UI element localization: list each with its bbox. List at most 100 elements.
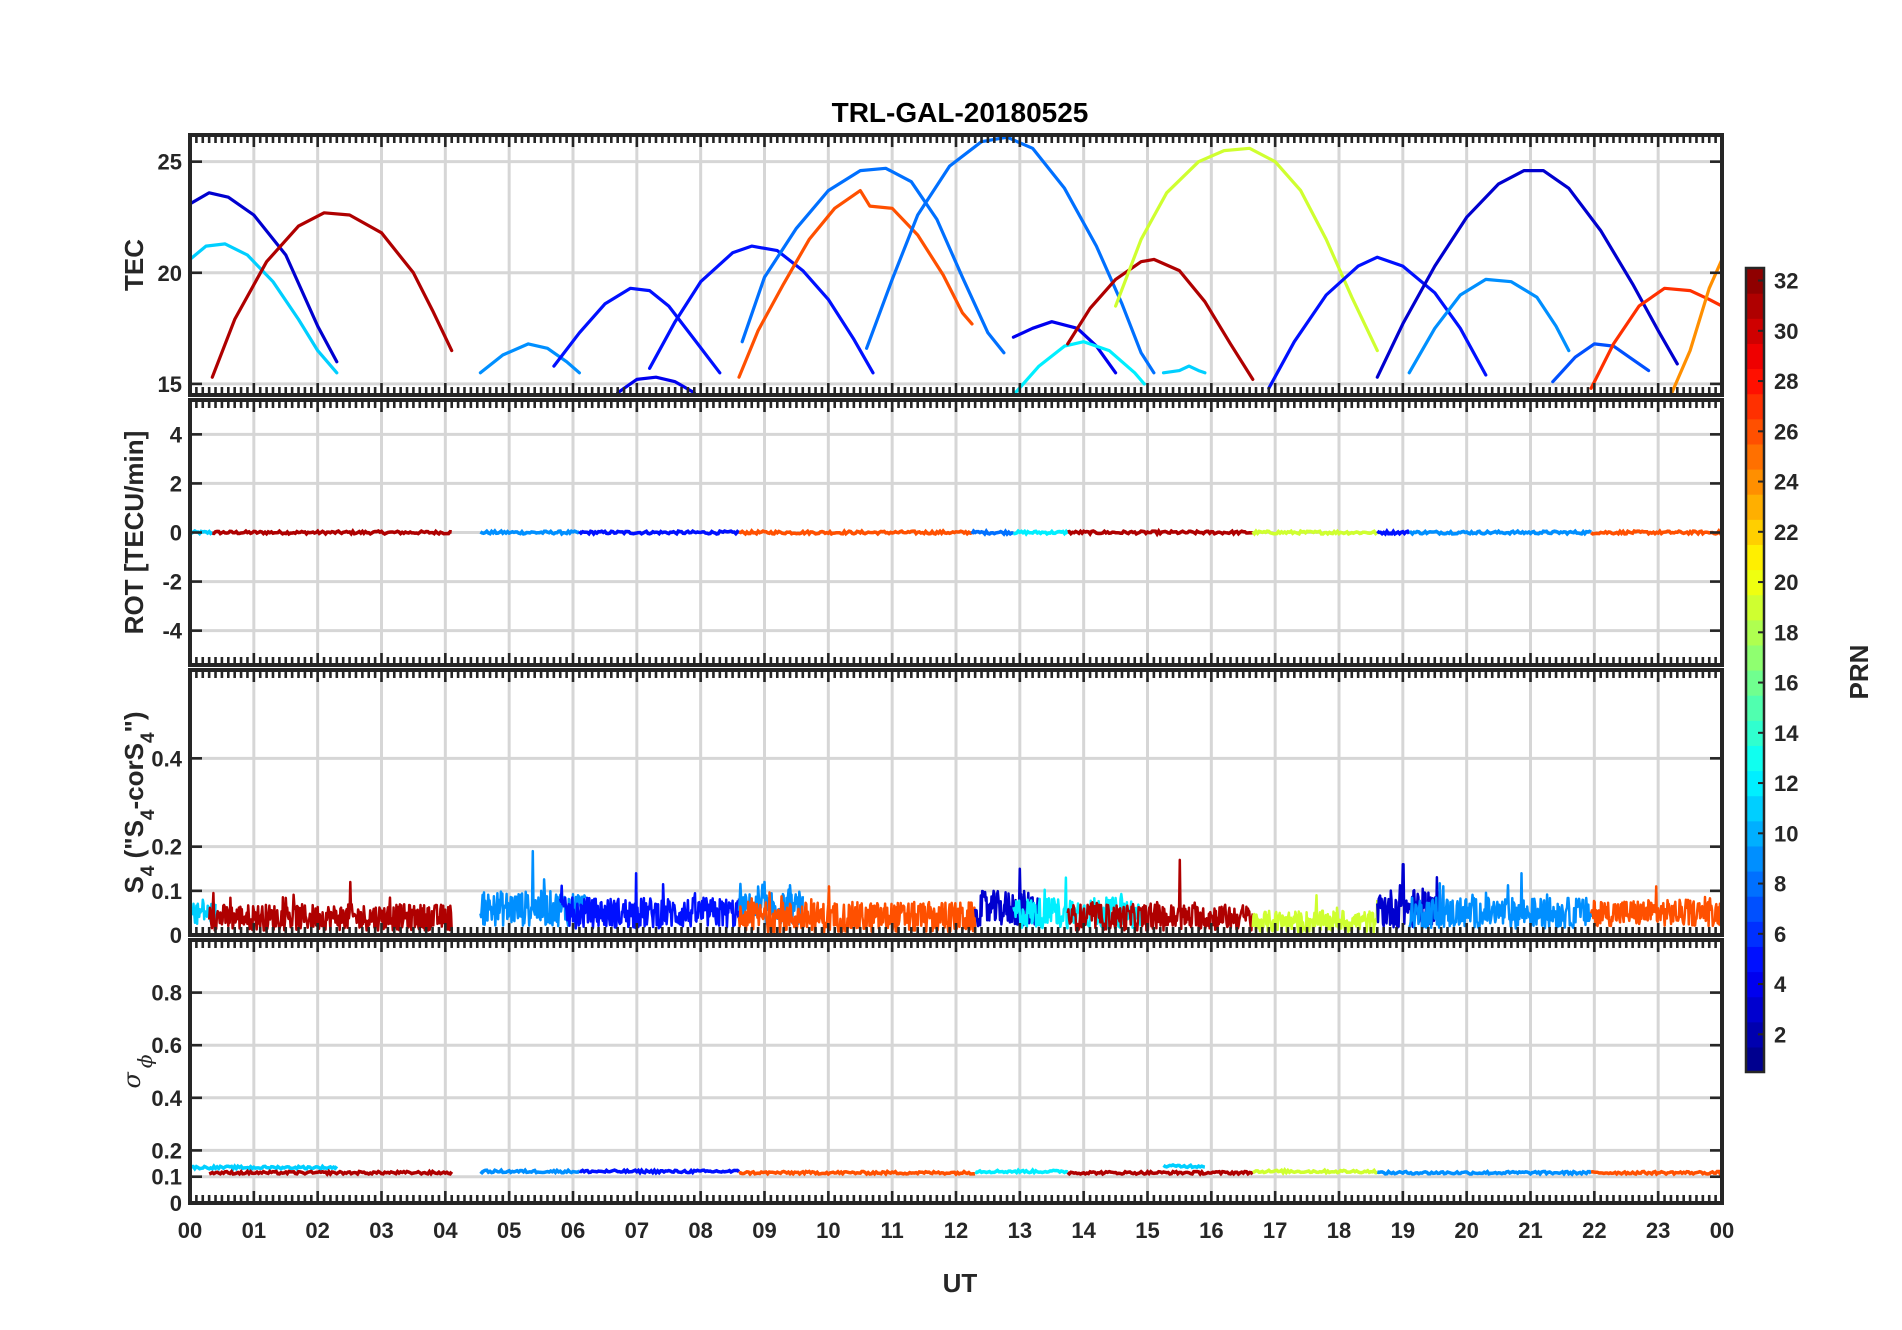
y-tick-label: 0.2 <box>151 1138 182 1163</box>
colorbar-tick-label: 30 <box>1774 319 1798 344</box>
rot-series-prn-9 <box>1408 528 1592 537</box>
colorbar-swatch <box>1746 293 1764 319</box>
y-tick-label: 0 <box>170 521 182 546</box>
y-tick-label: 0.1 <box>151 879 182 904</box>
sigma-series-prn-5 <box>579 1167 741 1176</box>
x-tick-label: 10 <box>816 1218 840 1243</box>
y-tick-label: -2 <box>162 570 182 595</box>
colorbar-swatch <box>1746 946 1764 973</box>
sigma-series-prn-26 <box>1590 1169 1722 1178</box>
x-tick-label: 07 <box>625 1218 649 1243</box>
colorbar-swatch <box>1746 644 1764 671</box>
colorbar-swatch <box>1746 745 1764 772</box>
x-tick-label: 00 <box>178 1218 202 1243</box>
colorbar-tick-label: 28 <box>1774 369 1798 394</box>
colorbar-tick-label: 10 <box>1774 821 1798 846</box>
rot-series-prn-5 <box>578 528 741 537</box>
y-tick-label: 4 <box>170 422 183 447</box>
colorbar-swatch <box>1746 845 1764 872</box>
sigma-series-prn-26 <box>738 1168 976 1177</box>
data-rot <box>190 527 1722 538</box>
rot-series-prn-5 <box>1376 528 1411 537</box>
x-tick-label: 21 <box>1518 1218 1542 1243</box>
x-axis-label: UT <box>943 1268 978 1298</box>
y-tick-label: 0.6 <box>151 1033 182 1058</box>
colorbar-tick-label: 2 <box>1774 1022 1786 1047</box>
colorbar-tick-label: 24 <box>1774 470 1799 495</box>
x-tick-label: 06 <box>561 1218 585 1243</box>
x-tick-label: 12 <box>944 1218 968 1243</box>
rot-series-prn-9 <box>479 528 581 537</box>
x-tick-label: 17 <box>1263 1218 1287 1243</box>
rot-series-prn-31 <box>212 527 452 537</box>
sigma-series-prn-9 <box>479 1167 581 1176</box>
x-tick-label: 04 <box>433 1218 458 1243</box>
y-tick-label: 15 <box>158 372 182 397</box>
y-tick-label: 25 <box>158 150 182 175</box>
x-tick-label: 11 <box>881 1218 904 1243</box>
colorbar-swatch <box>1746 544 1764 571</box>
x-tick-label: 20 <box>1454 1218 1478 1243</box>
y-tick-label: 0.2 <box>151 835 182 860</box>
sigma-series-prn-11 <box>1162 1162 1206 1170</box>
colorbar-label: PRN <box>1844 645 1874 700</box>
x-tick-label: 16 <box>1199 1218 1223 1243</box>
colorbar-swatch <box>1746 1046 1764 1073</box>
rot-series-prn-26 <box>738 528 973 537</box>
colorbar-swatch <box>1746 443 1764 470</box>
colorbar-swatch <box>1746 343 1764 370</box>
colorbar-tick-label: 8 <box>1774 872 1786 897</box>
y-tick-label: 0 <box>170 1191 182 1216</box>
chart-title: TRL-GAL-20180525 <box>832 97 1089 128</box>
colorbar-tick-label: 22 <box>1774 520 1798 545</box>
y-tick-label: -4 <box>162 619 182 644</box>
y-tick-label: 0.1 <box>151 1165 182 1190</box>
y-axis-label-rot: ROT [TECU/min] <box>119 431 149 635</box>
colorbar-swatch <box>1746 393 1764 420</box>
x-tick-label: 18 <box>1327 1218 1351 1243</box>
x-tick-label: 01 <box>242 1218 266 1243</box>
x-tick-label: 02 <box>305 1218 329 1243</box>
rot-series-prn-8 <box>970 527 1014 537</box>
colorbar-swatch <box>1746 594 1764 621</box>
x-tick-label: 08 <box>688 1218 712 1243</box>
colorbar-tick-label: 14 <box>1774 721 1799 746</box>
ionospheric-chart: TRL-GAL-20180525 152025TEC-4-2024ROT [TE… <box>0 0 1902 1330</box>
colorbar-tick-label: 26 <box>1774 419 1798 444</box>
x-tick-label: 00 <box>1710 1218 1734 1243</box>
x-tick-label: 09 <box>752 1218 776 1243</box>
sigma-series-prn-11 <box>190 1163 339 1172</box>
colorbar-tick-label: 18 <box>1774 620 1798 645</box>
rot-series-prn-31 <box>1067 527 1254 538</box>
y-tick-label: 0.4 <box>151 1086 182 1111</box>
colorbar-swatch <box>1746 695 1764 721</box>
y-tick-label: 0.4 <box>151 746 182 771</box>
colorbar-swatch <box>1746 795 1764 822</box>
x-tick-label: 13 <box>1008 1218 1032 1243</box>
x-tick-label: 14 <box>1071 1218 1096 1243</box>
y-axis-label-tec: TEC <box>119 239 149 291</box>
y-tick-label: 0 <box>170 923 182 948</box>
sigma-series-prn-31 <box>208 1168 454 1177</box>
colorbar-tick-label: 20 <box>1774 570 1798 595</box>
y-tick-label: 0.8 <box>151 981 182 1006</box>
colorbar-swatch <box>1746 494 1764 520</box>
y-tick-label: 2 <box>170 471 182 496</box>
colorbar-tick-label: 32 <box>1774 269 1798 294</box>
rot-series-prn-26 <box>1590 528 1722 537</box>
x-tick-label: 19 <box>1391 1218 1415 1243</box>
colorbar-tick-label: 4 <box>1774 972 1787 997</box>
colorbar-swatch <box>1746 896 1764 922</box>
y-tick-label: 20 <box>158 261 182 286</box>
x-tick-label: 23 <box>1646 1218 1670 1243</box>
x-tick-label: 22 <box>1582 1218 1606 1243</box>
sigma-series-prn-31 <box>1066 1169 1254 1177</box>
sigma-series-prn-9 <box>1376 1169 1593 1177</box>
colorbar-tick-label: 16 <box>1774 671 1798 696</box>
x-tick-label: 03 <box>369 1218 393 1243</box>
colorbar-tick-label: 12 <box>1774 771 1798 796</box>
colorbar-tick-label: 6 <box>1774 922 1786 947</box>
x-tick-label: 05 <box>497 1218 521 1243</box>
sigma-series-prn-19 <box>1252 1167 1378 1176</box>
x-tick-label: 15 <box>1135 1218 1159 1243</box>
